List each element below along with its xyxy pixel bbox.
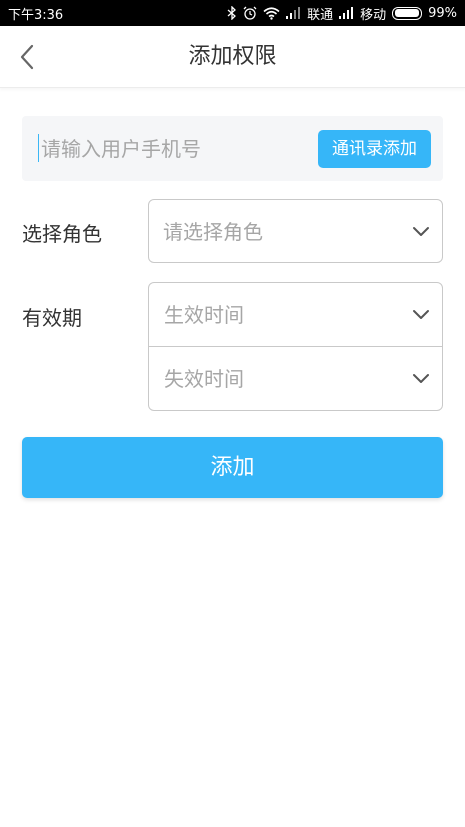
add-from-contacts-button[interactable]: 通讯录添加	[318, 130, 431, 168]
role-label: 选择角色	[22, 222, 102, 246]
text-cursor	[38, 134, 39, 162]
add-button[interactable]: 添加	[22, 437, 443, 498]
battery-percent: 99%	[428, 5, 457, 21]
carrier-1: 联通	[307, 7, 334, 23]
end-time-placeholder: 失效时间	[164, 367, 244, 391]
chevron-down-icon	[413, 227, 429, 236]
battery-level	[394, 9, 420, 17]
start-time-placeholder: 生效时间	[164, 303, 244, 327]
signal-icon	[286, 7, 301, 19]
status-time: 下午3:36	[8, 7, 64, 23]
role-select[interactable]: 请选择角色	[148, 199, 443, 263]
status-bar: 下午3:36 联通 移动 99%	[0, 0, 465, 26]
start-time-select[interactable]: 生效时间	[149, 283, 442, 347]
alarm-icon	[243, 6, 257, 20]
carrier-2: 移动	[360, 7, 387, 23]
page-title: 添加权限	[188, 44, 277, 69]
wifi-icon	[263, 6, 280, 20]
status-indicators: 联通 移动 99%	[227, 4, 457, 23]
signal-icon	[339, 7, 354, 19]
validity-period-group: 生效时间 失效时间	[148, 282, 443, 411]
phone-input[interactable]	[38, 126, 308, 171]
battery-icon	[392, 6, 423, 20]
bluetooth-icon	[227, 6, 237, 20]
validity-label: 有效期	[22, 306, 82, 330]
end-time-select[interactable]: 失效时间	[149, 347, 442, 411]
role-select-placeholder: 请选择角色	[163, 220, 263, 244]
chevron-down-icon	[413, 310, 429, 319]
chevron-down-icon	[413, 374, 429, 383]
nav-bar: 添加权限	[0, 26, 465, 88]
